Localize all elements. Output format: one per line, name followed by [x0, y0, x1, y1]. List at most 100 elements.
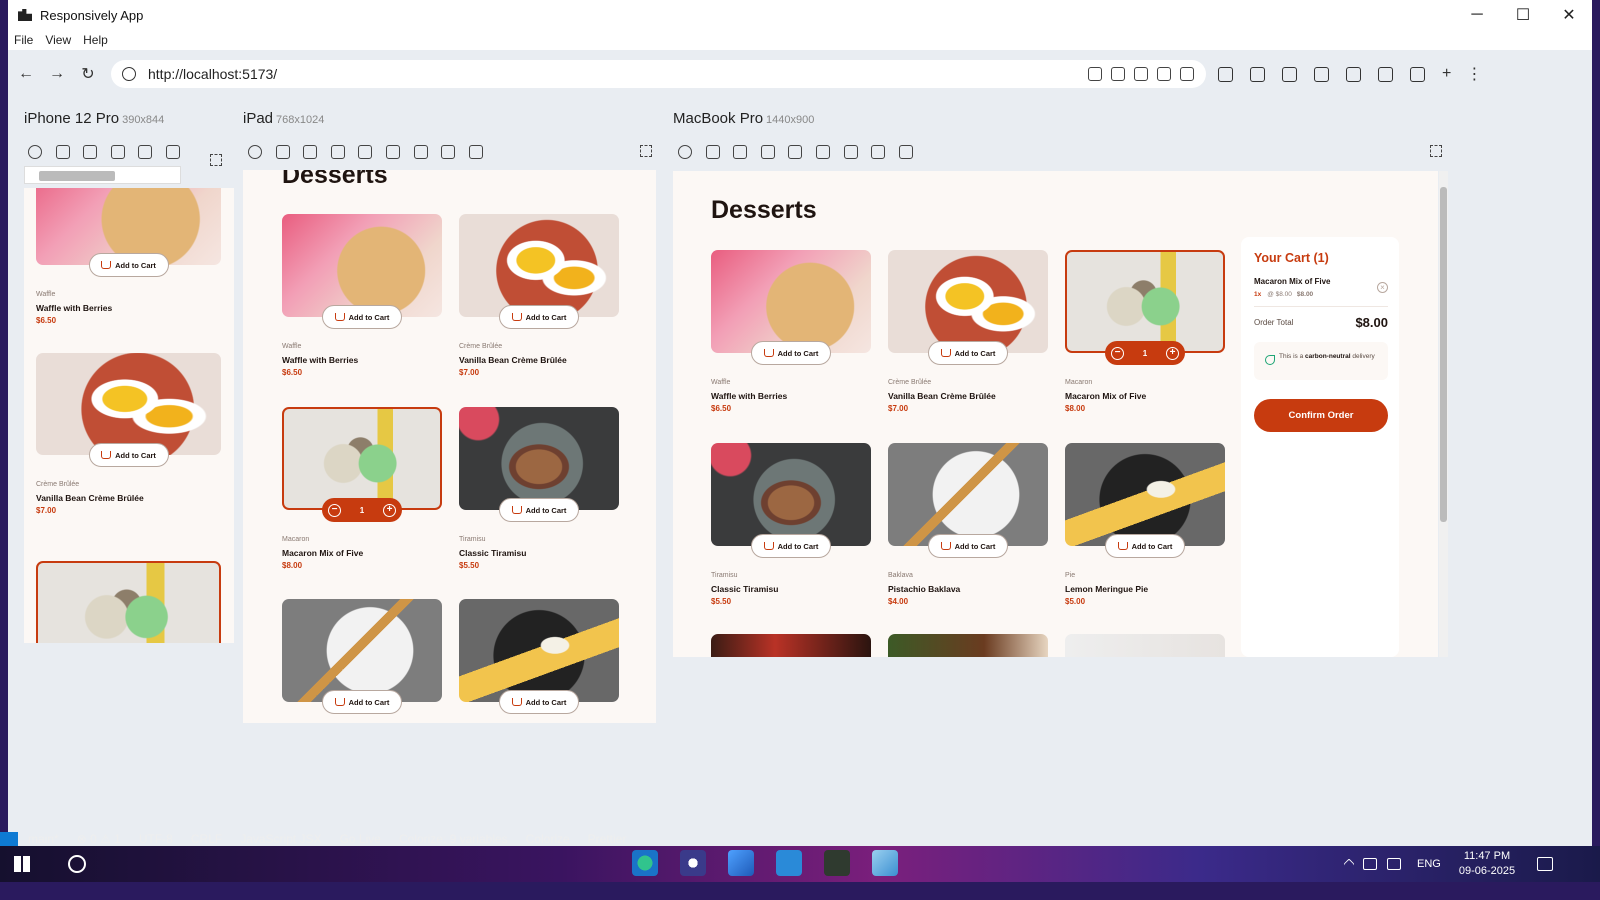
inspect-icon[interactable] [760, 145, 775, 159]
refresh-icon[interactable] [28, 145, 42, 159]
fullscreen-icon[interactable] [210, 154, 222, 166]
volume-icon[interactable] [1387, 858, 1401, 870]
resize-icon[interactable] [441, 145, 456, 159]
screenshot-icon[interactable] [1282, 66, 1297, 82]
clear-cache-icon[interactable] [1111, 67, 1125, 81]
add-device-button[interactable]: + [1442, 65, 1451, 83]
add-to-cart-button[interactable]: Add to Cart [928, 341, 1008, 365]
camera-icon[interactable] [303, 145, 318, 159]
encoding[interactable]: UTF-8 [139, 832, 173, 846]
remove-item-icon[interactable]: × [1377, 282, 1388, 293]
scrollbar-thumb[interactable] [1440, 187, 1447, 522]
clear-storage-icon[interactable] [1088, 67, 1102, 81]
resize-icon[interactable] [871, 145, 886, 159]
hide-eye-icon[interactable] [898, 145, 913, 159]
language-mode[interactable]: JavaScript JSX [240, 832, 321, 846]
add-to-cart-button[interactable]: Add to Cart [928, 534, 1008, 558]
iphone-horizontal-scrollbar[interactable] [24, 166, 181, 184]
decrement-icon[interactable]: − [328, 503, 341, 517]
maximize-button[interactable]: ☐ [1500, 0, 1546, 30]
layers-icon[interactable] [1346, 66, 1361, 82]
bookmark-star-icon[interactable] [1180, 67, 1194, 81]
refresh-icon[interactable] [678, 145, 692, 159]
network-icon[interactable] [1363, 858, 1377, 870]
more-menu-button[interactable]: ⋮ [1466, 64, 1482, 84]
camera-icon[interactable] [733, 145, 748, 159]
add-to-cart-button[interactable]: Add to Cart [88, 443, 169, 467]
refresh-icon[interactable] [248, 145, 262, 159]
full-page-screenshot-icon[interactable] [1314, 66, 1329, 82]
inspect-element-icon[interactable] [1250, 66, 1265, 82]
rotate-icon[interactable] [815, 145, 830, 159]
scroll-up-icon[interactable] [413, 145, 428, 159]
rotate-icon[interactable] [385, 145, 400, 159]
scroll-up-icon[interactable] [843, 145, 858, 159]
notifications-icon[interactable] [1537, 857, 1554, 871]
back-button[interactable]: ← [13, 61, 39, 87]
code-icon[interactable] [138, 145, 153, 159]
hide-eye-icon[interactable] [1378, 66, 1393, 82]
scrollbar-thumb[interactable] [39, 171, 115, 181]
settings-gear-icon[interactable] [680, 850, 706, 876]
network-icon[interactable] [1134, 67, 1148, 81]
search-icon[interactable] [68, 855, 86, 873]
confirm-order-button[interactable]: Confirm Order [1254, 399, 1388, 432]
screenshot-icon[interactable] [705, 145, 720, 159]
reload-button[interactable]: ↻ [75, 61, 101, 87]
minimize-button[interactable]: ─ [1454, 0, 1500, 30]
forward-button[interactable]: → [44, 61, 70, 87]
line-ending[interactable]: CRLF [191, 832, 222, 846]
add-to-cart-button[interactable]: Add to Cart [499, 498, 579, 522]
layout-icon[interactable] [1410, 66, 1425, 82]
increment-icon[interactable]: + [382, 503, 396, 517]
home-icon[interactable] [1157, 67, 1171, 81]
remote-indicator[interactable] [0, 832, 18, 846]
code-icon[interactable] [788, 145, 803, 159]
add-to-cart-button[interactable]: Add to Cart [1105, 534, 1185, 558]
add-to-cart-button[interactable]: Add to Cart [322, 305, 402, 329]
add-to-cart-button[interactable]: Add to Cart [751, 534, 831, 558]
rotate-devices-icon[interactable] [1218, 66, 1233, 82]
problems-count[interactable]: ⊗ 0 ⚠ 1 [77, 832, 121, 846]
prettier[interactable]: Prettier [588, 832, 627, 846]
hide-eye-icon[interactable] [468, 145, 483, 159]
add-to-cart-button[interactable]: Add to Cart [88, 253, 169, 277]
close-button[interactable]: ✕ [1546, 0, 1592, 30]
add-to-cart-button[interactable]: Add to Cart [499, 690, 579, 714]
quantity-stepper[interactable]: − 1 + [1105, 341, 1185, 365]
clock[interactable]: 11:47 PM 09-06-2025 [1459, 849, 1515, 879]
add-to-cart-button[interactable]: Add to Cart [751, 341, 831, 365]
camera-icon[interactable] [83, 145, 98, 159]
decrement-icon[interactable]: − [1111, 346, 1124, 360]
add-to-cart-button[interactable]: Add to Cart [322, 690, 402, 714]
go-live[interactable]: Go Live [340, 832, 381, 846]
notepad-icon[interactable] [872, 850, 898, 876]
increment-icon[interactable]: + [1165, 346, 1179, 360]
rotate-icon[interactable] [165, 145, 180, 159]
screenshot-icon[interactable] [55, 145, 70, 159]
chevron-up-icon[interactable] [1343, 858, 1355, 870]
fullscreen-icon[interactable] [1430, 145, 1442, 157]
fullscreen-icon[interactable] [640, 145, 652, 157]
add-to-cart-button[interactable]: Add to Cart [499, 305, 579, 329]
inspect-icon[interactable] [110, 145, 125, 159]
inspect-icon[interactable] [330, 145, 345, 159]
vscode-icon[interactable] [776, 850, 802, 876]
address-bar[interactable]: http://localhost:5173/ [111, 60, 1206, 88]
colorize-variables[interactable]: Colorize: 9 variables [399, 832, 508, 846]
url-input[interactable]: http://localhost:5173/ [148, 66, 1079, 82]
menu-file[interactable]: File [14, 33, 33, 47]
menu-view[interactable]: View [45, 33, 71, 47]
responsively-app-icon[interactable] [824, 850, 850, 876]
language-indicator[interactable]: ENG [1417, 858, 1441, 870]
menu-help[interactable]: Help [83, 33, 108, 47]
colorize[interactable]: Colorize [526, 832, 570, 846]
code-icon[interactable] [358, 145, 373, 159]
quantity-stepper[interactable]: − 1 + [322, 498, 402, 522]
screenshot-icon[interactable] [275, 145, 290, 159]
git-branch[interactable]: main* [28, 832, 59, 846]
edge-icon[interactable] [632, 850, 658, 876]
windows-start-icon[interactable] [14, 856, 30, 872]
mac-vertical-scrollbar[interactable] [1439, 171, 1448, 657]
file-explorer-icon[interactable] [728, 850, 754, 876]
